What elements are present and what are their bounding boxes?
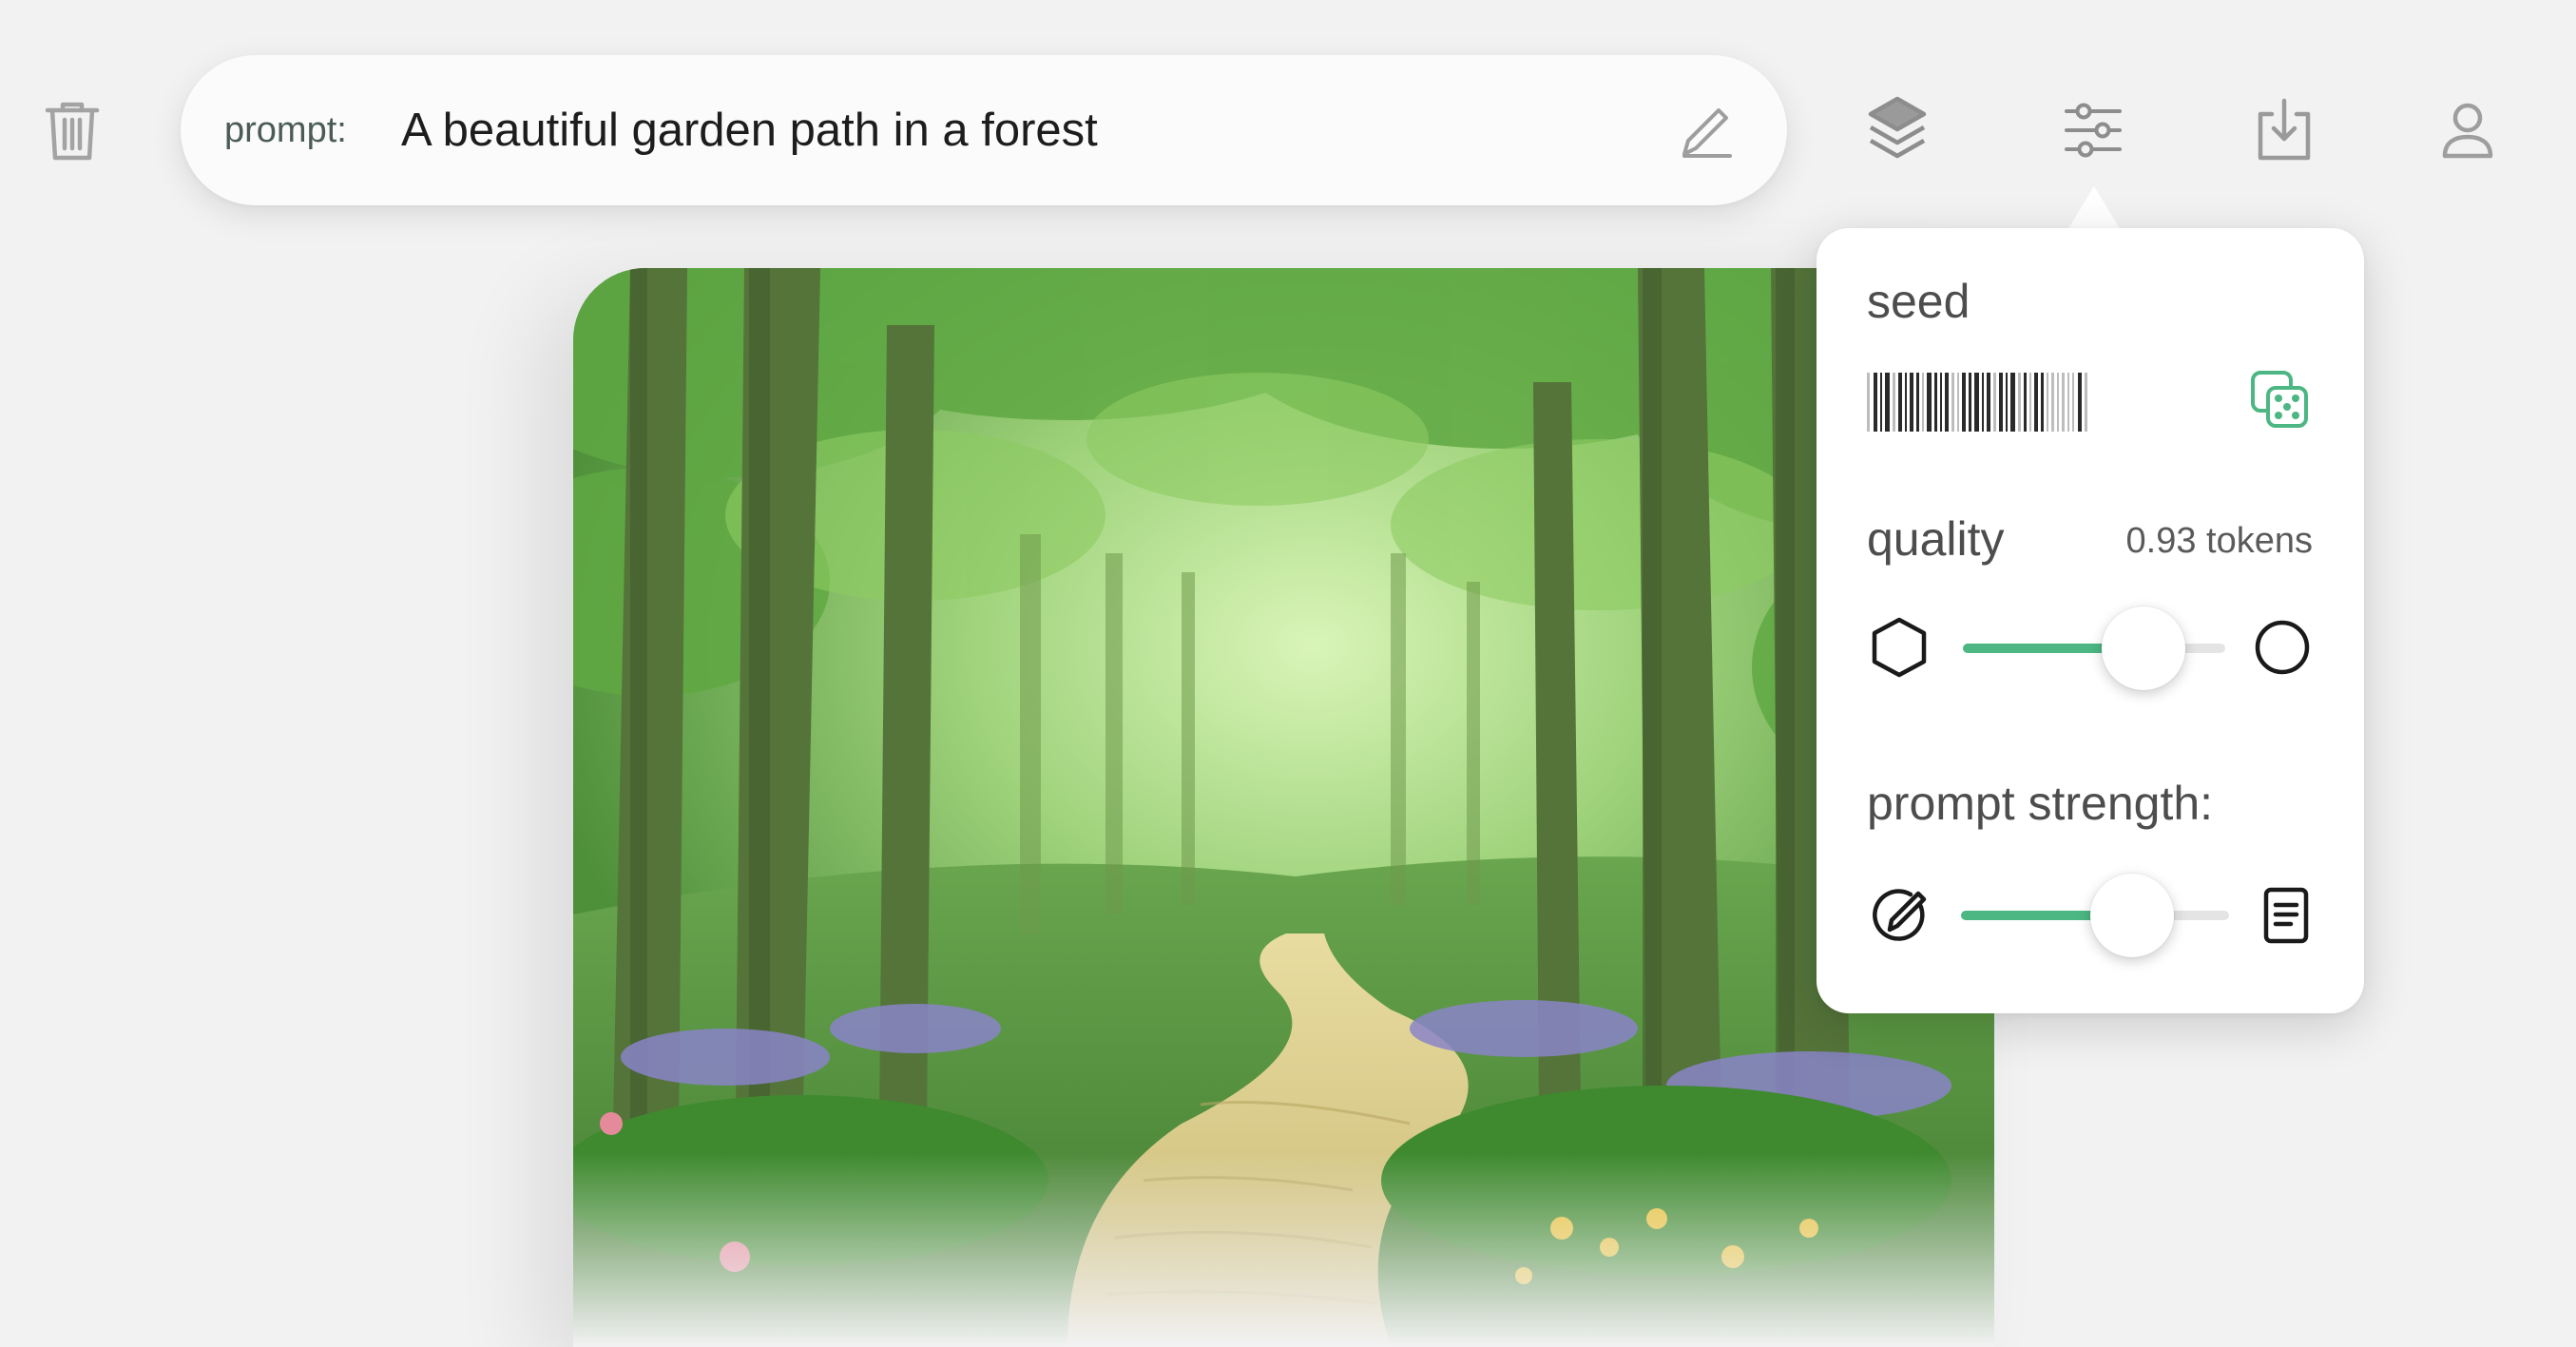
trash-icon[interactable] <box>44 99 101 162</box>
layers-icon[interactable] <box>1867 95 1928 164</box>
generated-image[interactable] <box>573 268 1994 1347</box>
prompt-label: prompt: <box>224 110 347 150</box>
prompt-bar[interactable]: prompt: <box>181 55 1787 205</box>
popover-arrow <box>2067 186 2121 230</box>
user-icon[interactable] <box>2439 101 2496 160</box>
seed-barcode[interactable] <box>1867 373 2091 432</box>
prompt-strength-slider-thumb[interactable] <box>2090 874 2175 957</box>
pencil-icon[interactable] <box>1675 103 1736 168</box>
creative-pencil-icon <box>1871 886 1930 950</box>
quality-slider[interactable] <box>1963 606 2225 690</box>
hexagon-icon <box>1871 616 1928 683</box>
sliders-icon[interactable] <box>2063 103 2124 158</box>
settings-popover: seed quality 0.93 tokens prompt strength… <box>1817 228 2364 1013</box>
quality-value: 0.93 tokens <box>2125 521 2313 561</box>
prompt-strength-label: prompt strength: <box>1867 777 2214 830</box>
quality-slider-thumb[interactable] <box>2102 606 2186 690</box>
download-icon[interactable] <box>2255 97 2314 164</box>
document-icon <box>2262 886 2310 950</box>
quality-label: quality <box>1867 512 2005 566</box>
seed-label: seed <box>1867 275 1970 328</box>
prompt-input[interactable] <box>401 97 1637 164</box>
circle-icon <box>2253 618 2312 682</box>
dice-randomize-icon[interactable] <box>2249 369 2312 436</box>
prompt-strength-slider[interactable] <box>1961 874 2229 957</box>
